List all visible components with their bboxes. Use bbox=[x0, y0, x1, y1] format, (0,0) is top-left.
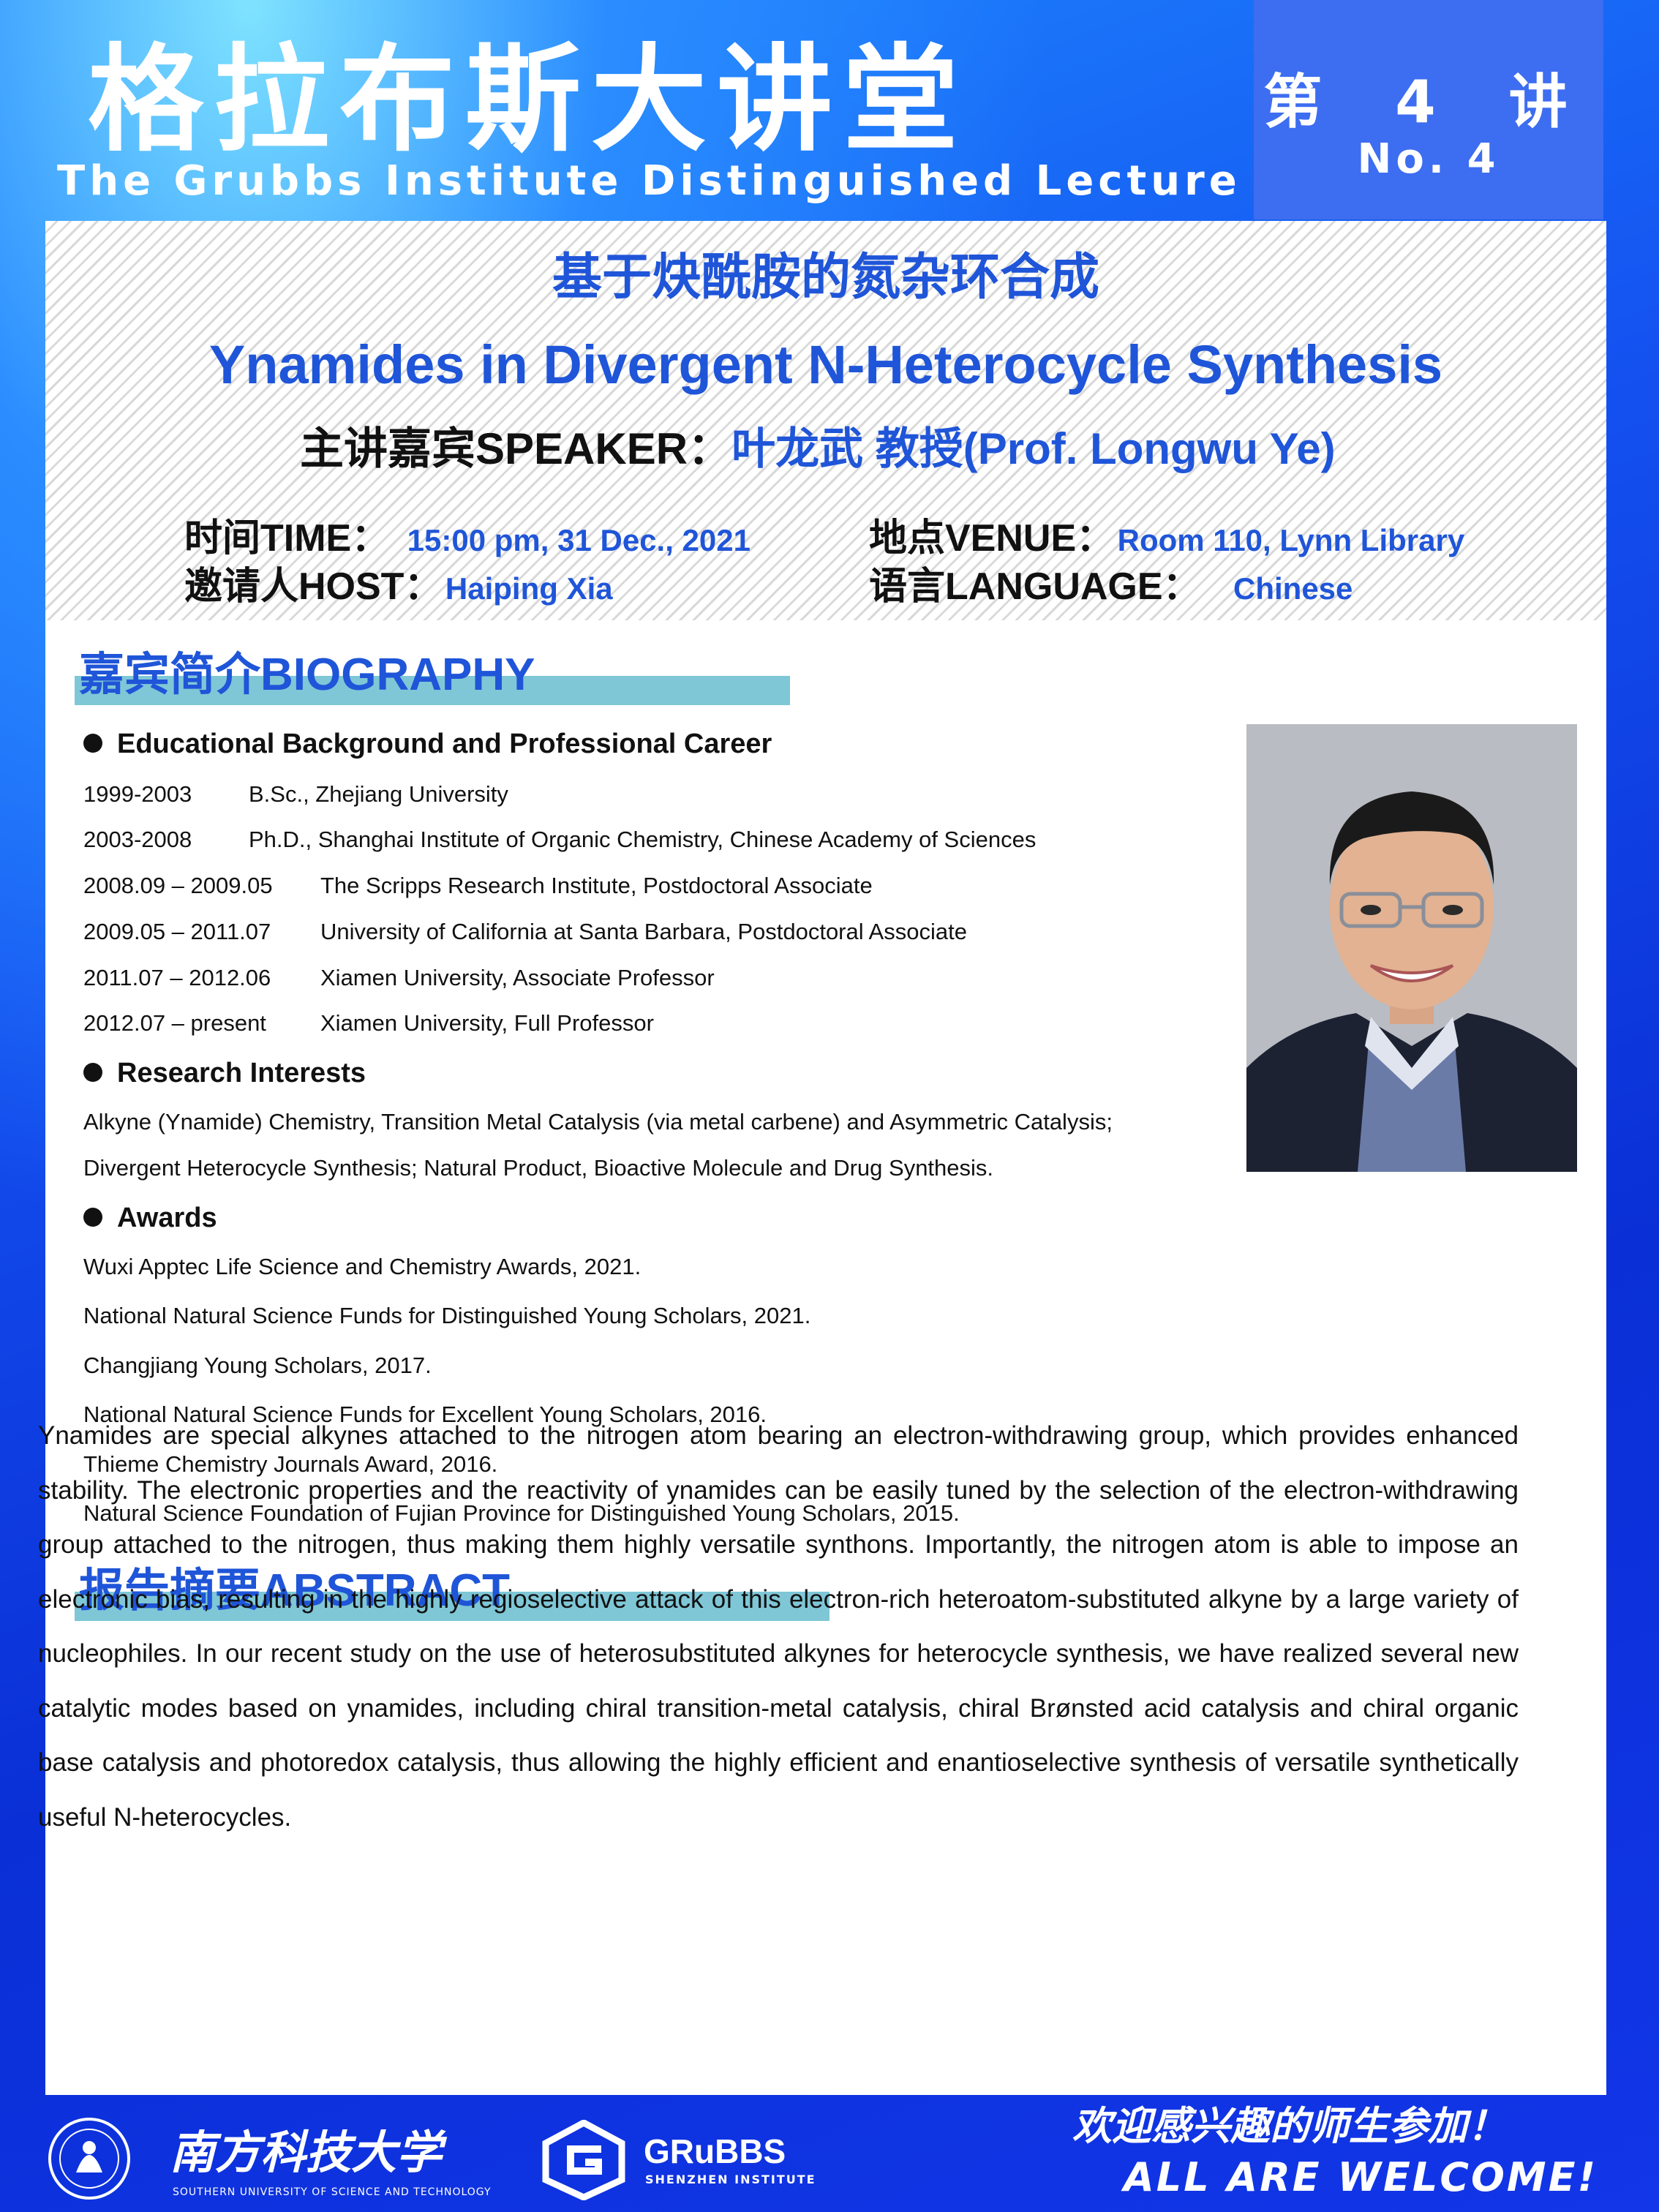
language-value: Chinese bbox=[1233, 571, 1353, 606]
career-years: 2009.05 – 2011.07 bbox=[83, 919, 271, 944]
career-desc: Ph.D., Shanghai Institute of Organic Che… bbox=[249, 827, 1037, 852]
award-item: National Natural Science Funds for Disti… bbox=[83, 1303, 811, 1328]
speaker-line: 主讲嘉宾SPEAKER：叶龙武 教授(Prof. Longwu Ye) bbox=[300, 427, 1336, 471]
career-years: 1999-2003 bbox=[83, 781, 192, 807]
sustech-name: 南方科技大学 bbox=[170, 2126, 443, 2179]
career-row: 2011.07 – 2012.06 Xiamen University, Asso… bbox=[83, 966, 715, 989]
career-years: 2012.07 – present bbox=[83, 1010, 266, 1036]
career-row: 2009.05 – 2011.07 University of Californi… bbox=[83, 920, 967, 943]
speaker-portrait-illustration bbox=[1246, 724, 1577, 1172]
grubbs-name: GRuBBS bbox=[644, 2132, 786, 2170]
time-label: 时间TIME： bbox=[184, 517, 390, 560]
lecture-title-en: Ynamides in Divergent N-Heterocycle Synt… bbox=[208, 334, 1443, 395]
header-title-en: The Grubbs Institute Distinguished Lectu… bbox=[57, 157, 1241, 205]
venue-info: 地点VENUE： Room 110, Lynn Library bbox=[869, 519, 1464, 557]
language-label: 语言LANGUAGE： bbox=[869, 565, 1201, 608]
bullet-dot-icon bbox=[83, 733, 102, 753]
career-row: 2012.07 – present Xiamen University, Full… bbox=[83, 1012, 654, 1034]
bullet-dot-icon bbox=[83, 1062, 102, 1082]
career-desc: University of California at Santa Barbar… bbox=[320, 919, 967, 944]
lecture-number-badge: 第 4 讲 No. 4 bbox=[1254, 0, 1603, 219]
grubbs-logo-icon bbox=[540, 2118, 628, 2201]
career-desc: Xiamen University, Full Professor bbox=[320, 1010, 654, 1036]
career-row: 2008.09 – 2009.05 The Scripps Research In… bbox=[83, 874, 873, 897]
sustech-logo-icon bbox=[44, 2115, 146, 2202]
biography-title: 嘉宾简介BIOGRAPHY bbox=[79, 650, 535, 700]
career-heading-text: Educational Background and Professional … bbox=[117, 729, 772, 759]
awards-heading: Awards bbox=[83, 1204, 217, 1232]
speaker-photo bbox=[1246, 724, 1577, 1172]
research-heading: Research Interests bbox=[83, 1059, 366, 1087]
header-title-cn: 格拉布斯大讲堂 bbox=[88, 33, 968, 168]
bullet-dot-icon bbox=[83, 1207, 102, 1227]
career-years: 2003-2008 bbox=[83, 827, 192, 852]
time-value: 15:00 pm, 31 Dec., 2021 bbox=[407, 523, 750, 557]
award-item: Changjiang Young Scholars, 2017. bbox=[83, 1353, 432, 1378]
host-info: 邀请人HOST： Haiping Xia bbox=[184, 568, 613, 606]
welcome-cn: 欢迎感兴趣的师生参加！ bbox=[1072, 2103, 1507, 2149]
award-item: Wuxi Apptec Life Science and Chemistry A… bbox=[83, 1254, 642, 1279]
career-desc: The Scripps Research Institute, Postdoct… bbox=[320, 873, 873, 898]
career-desc: Xiamen University, Associate Professor bbox=[320, 965, 715, 990]
venue-label: 地点VENUE： bbox=[869, 517, 1115, 560]
career-row: 2003-2008 Ph.D., Shanghai Institute of Or… bbox=[83, 828, 1036, 851]
host-value: Haiping Xia bbox=[445, 571, 613, 606]
language-info: 语言LANGUAGE： Chinese bbox=[869, 568, 1353, 606]
abstract-text: Ynamides are special alkynes attached to… bbox=[38, 1421, 1519, 1832]
research-line: Divergent Heterocycle Synthesis; Natural… bbox=[83, 1155, 994, 1181]
lecture-number-cn: 第 4 讲 bbox=[1263, 68, 1594, 136]
career-years: 2008.09 – 2009.05 bbox=[83, 873, 273, 898]
grubbs-subtitle: SHENZHEN INSTITUTE bbox=[645, 2172, 816, 2186]
career-years: 2011.07 – 2012.06 bbox=[83, 965, 271, 990]
research-heading-text: Research Interests bbox=[117, 1058, 366, 1088]
awards-heading-text: Awards bbox=[117, 1203, 217, 1233]
career-desc: B.Sc., Zhejiang University bbox=[249, 781, 508, 807]
lecture-title-cn: 基于炔酰胺的氮杂环合成 bbox=[552, 249, 1099, 306]
sustech-name-en: SOUTHERN UNIVERSITY OF SCIENCE AND TECHN… bbox=[173, 2186, 492, 2198]
welcome-en: ALL ARE WELCOME! bbox=[1124, 2154, 1598, 2200]
career-row: 1999-2003 B.Sc., Zhejiang University bbox=[83, 783, 508, 805]
lecture-number-en: No. 4 bbox=[1357, 135, 1500, 183]
research-line: Alkyne (Ynamide) Chemistry, Transition M… bbox=[83, 1109, 1113, 1135]
venue-value: Room 110, Lynn Library bbox=[1117, 523, 1465, 557]
speaker-name: 叶龙武 教授(Prof. Longwu Ye) bbox=[731, 424, 1336, 473]
time-info: 时间TIME： 15:00 pm, 31 Dec., 2021 bbox=[184, 519, 750, 557]
career-heading: Educational Background and Professional … bbox=[83, 730, 772, 758]
host-label: 邀请人HOST： bbox=[184, 565, 443, 608]
speaker-label: 主讲嘉宾SPEAKER： bbox=[300, 424, 732, 473]
